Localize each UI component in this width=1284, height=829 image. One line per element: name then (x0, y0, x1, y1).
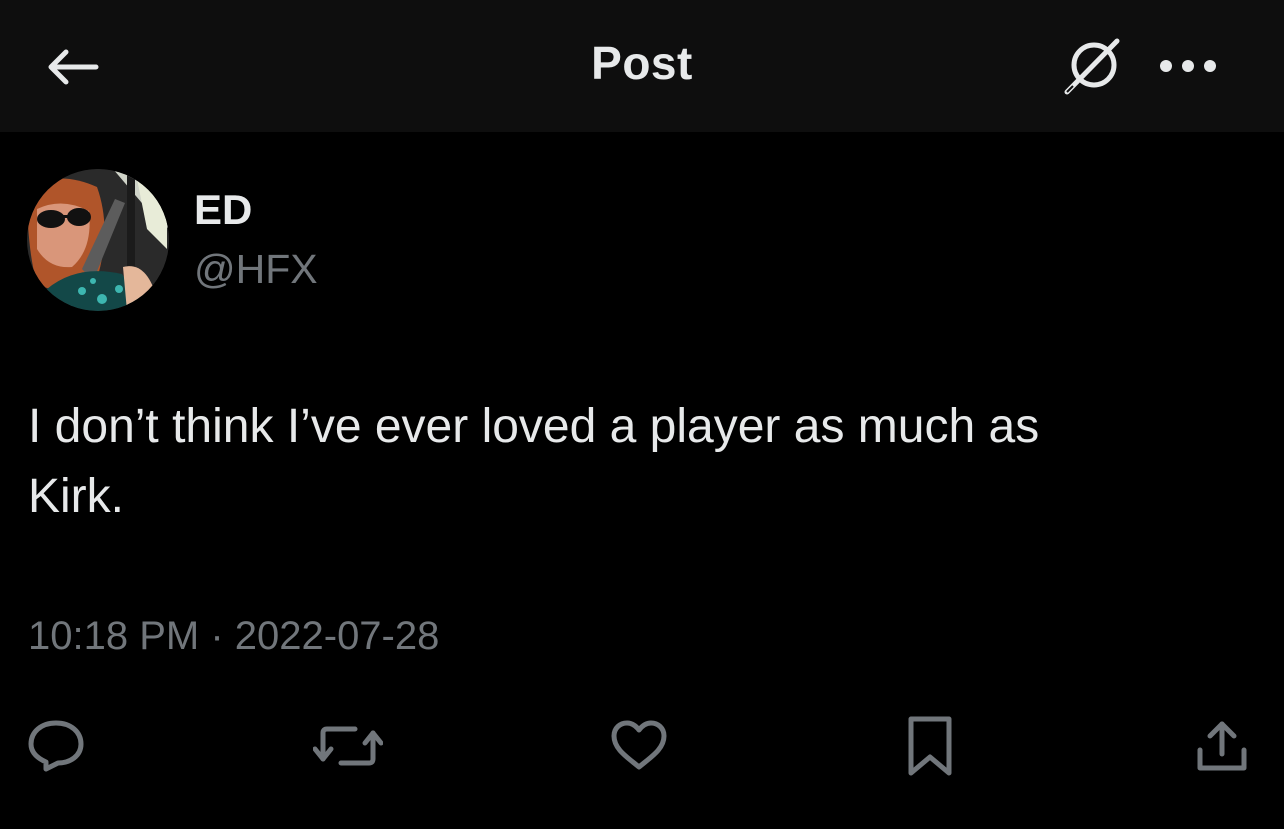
bookmark-button[interactable] (890, 708, 970, 784)
more-options-button[interactable] (1150, 36, 1226, 96)
user-avatar[interactable] (27, 169, 169, 311)
share-icon (1194, 718, 1250, 774)
grok-button[interactable] (1054, 30, 1130, 102)
action-bar (0, 700, 1284, 790)
repost-button[interactable] (308, 708, 388, 784)
share-button[interactable] (1182, 708, 1262, 784)
post-timestamp[interactable]: 10:18 PM · 2022-07-28 (28, 614, 439, 659)
post-text-line-2: Kirk. (28, 470, 124, 523)
bookmark-icon (905, 715, 955, 777)
heart-icon (609, 719, 669, 773)
reply-icon (26, 718, 86, 774)
post-text-line-1: I don’t think I’ve ever loved a player a… (28, 400, 1040, 453)
author-handle[interactable]: @HFX (194, 246, 318, 293)
post-text: I don’t think I’ve ever loved a player a… (28, 392, 1248, 532)
more-dots-icon (1158, 58, 1218, 74)
author-display-name[interactable]: ED (194, 186, 252, 234)
grok-icon (1059, 33, 1125, 99)
top-bar: Post (0, 0, 1284, 132)
reply-button[interactable] (16, 708, 96, 784)
like-button[interactable] (599, 708, 679, 784)
repost-icon (313, 721, 383, 771)
